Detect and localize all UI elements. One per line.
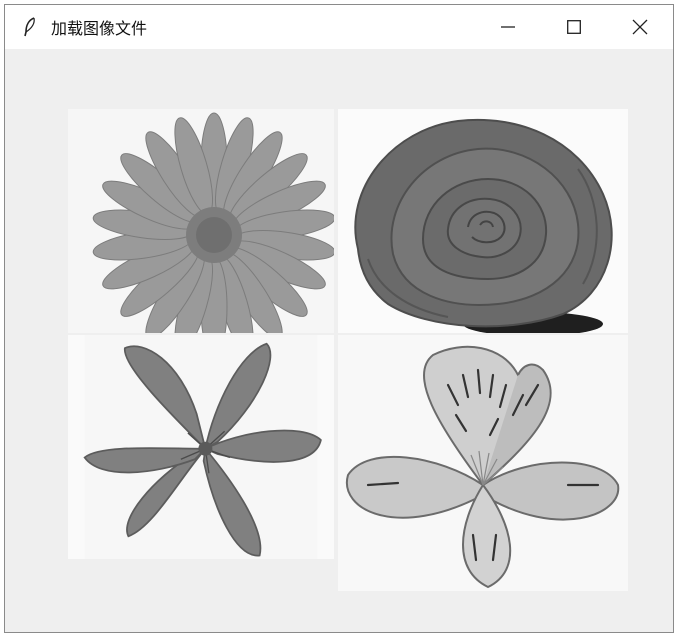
close-button[interactable]: [607, 5, 673, 49]
alstroemeria-image: [338, 335, 628, 591]
app-window: 加载图像文件: [4, 4, 674, 633]
client-area: [5, 49, 673, 632]
minimize-icon: [501, 26, 515, 28]
daisy-image: [68, 109, 334, 333]
rose-image: [338, 109, 628, 333]
maximize-button[interactable]: [541, 5, 607, 49]
lily-image: [68, 335, 334, 559]
maximize-icon: [567, 20, 581, 34]
feather-icon: [19, 16, 41, 38]
window-title: 加载图像文件: [51, 19, 148, 38]
window-controls: [475, 5, 673, 49]
minimize-button[interactable]: [475, 5, 541, 49]
close-icon: [632, 19, 648, 35]
title-bar[interactable]: 加载图像文件: [5, 5, 673, 49]
image-grid: [68, 109, 628, 591]
